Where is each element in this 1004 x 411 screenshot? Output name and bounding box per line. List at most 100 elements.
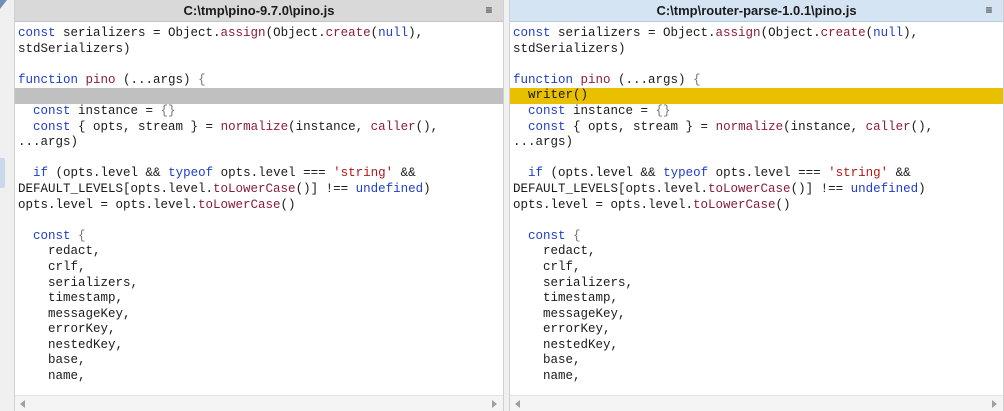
right-pane-title-bar: C:\tmp\router-parse-1.0.1\pino.js ≡	[510, 0, 1003, 22]
code-token: pino	[580, 72, 611, 87]
code-token: typeof	[168, 166, 214, 181]
code-line: redact,	[15, 244, 503, 260]
code-token: )	[918, 181, 926, 196]
code-token: toLowerCase	[198, 197, 281, 212]
code-line: const {	[15, 229, 503, 245]
code-line: const serializers = Object.assign(Object…	[15, 26, 503, 42]
code-token: serializers,	[513, 275, 634, 290]
code-token: name,	[18, 369, 86, 384]
code-token: nestedKey,	[513, 337, 619, 352]
code-token: (...args)	[115, 72, 199, 87]
code-token: {	[573, 228, 581, 243]
code-token: (	[865, 26, 874, 40]
code-token: ...args)	[18, 135, 79, 150]
code-token: undefined	[850, 181, 919, 196]
code-token: const	[18, 26, 56, 40]
code-token: timestamp,	[18, 291, 124, 306]
code-line: errorKey,	[510, 322, 1003, 338]
code-token: (Object.	[265, 26, 326, 40]
code-token: stdSerializers)	[18, 41, 131, 56]
scroll-left-arrow-icon[interactable]	[515, 400, 520, 408]
code-token: toLowerCase	[213, 181, 296, 196]
right-file-path: C:\tmp\router-parse-1.0.1\pino.js	[656, 3, 857, 18]
code-token: {}	[160, 103, 176, 118]
side-panel-tab[interactable]	[0, 158, 5, 188]
code-token: ),	[903, 26, 919, 40]
code-line: const {	[510, 229, 1003, 245]
code-line: const { opts, stream } = normalize(insta…	[15, 120, 503, 136]
scroll-left-arrow-icon[interactable]	[20, 400, 25, 408]
code-token: instance =	[70, 103, 161, 118]
code-line: messageKey,	[15, 307, 503, 323]
code-token: (...args)	[610, 72, 694, 87]
code-line: name,	[510, 369, 1003, 385]
left-horizontal-scrollbar[interactable]	[15, 395, 503, 411]
diff-added-line: writer()	[510, 88, 1003, 104]
code-line: const serializers = Object.assign(Object…	[510, 26, 1003, 42]
code-token: (opts.level &&	[543, 166, 664, 181]
code-token: DEFAULT_LEVELS[opts.level.	[513, 181, 709, 196]
code-token: messageKey,	[18, 306, 131, 321]
code-token: crlf,	[18, 259, 86, 274]
code-token: 'string'	[333, 166, 394, 181]
code-token: (instance,	[783, 119, 866, 134]
code-line: messageKey,	[510, 307, 1003, 323]
code-token: timestamp,	[513, 291, 619, 306]
left-code-view[interactable]: const serializers = Object.assign(Object…	[15, 26, 503, 395]
code-token: {	[693, 72, 701, 87]
code-token: base,	[513, 353, 581, 368]
code-token: serializers = Object.	[550, 26, 716, 40]
code-line: DEFAULT_LEVELS[opts.level.toLowerCase()]…	[15, 182, 503, 198]
scroll-right-arrow-icon[interactable]	[992, 400, 997, 408]
code-token: redact,	[18, 244, 101, 259]
code-line: opts.level = opts.level.toLowerCase()	[15, 198, 503, 214]
scroll-right-arrow-icon[interactable]	[492, 400, 497, 408]
code-token: {}	[655, 103, 671, 118]
code-token: function	[18, 72, 79, 87]
code-token: stdSerializers)	[513, 41, 626, 56]
hamburger-menu-icon[interactable]: ≡	[483, 4, 495, 16]
code-line: serializers,	[510, 276, 1003, 292]
code-token: normalize	[715, 119, 784, 134]
code-line: opts.level = opts.level.toLowerCase()	[510, 198, 1003, 214]
code-token: caller	[865, 119, 911, 134]
code-line: const instance = {}	[510, 104, 1003, 120]
code-token: function	[513, 72, 574, 87]
code-token: (instance,	[288, 119, 371, 134]
code-token: { opts, stream } =	[565, 119, 716, 134]
code-token: const	[528, 228, 566, 243]
code-line: if (opts.level && typeof opts.level === …	[15, 166, 503, 182]
code-token: (	[370, 26, 379, 40]
code-line: const instance = {}	[15, 104, 503, 120]
code-token: create	[820, 26, 866, 40]
code-token: { opts, stream } =	[70, 119, 221, 134]
code-token: ()] !==	[790, 181, 851, 196]
hamburger-menu-icon[interactable]: ≡	[983, 4, 995, 16]
code-line: crlf,	[510, 260, 1003, 276]
code-token: (),	[910, 119, 934, 134]
code-line: const { opts, stream } = normalize(insta…	[510, 120, 1003, 136]
code-token: redact,	[513, 244, 596, 259]
code-line: nestedKey,	[510, 338, 1003, 354]
right-horizontal-scrollbar[interactable]	[510, 395, 1003, 411]
code-line: ...args)	[510, 135, 1003, 151]
code-token: (Object.	[760, 26, 821, 40]
code-line: name,	[15, 369, 503, 385]
code-token: ()	[775, 197, 791, 212]
code-token: const	[33, 119, 71, 134]
code-line: base,	[510, 353, 1003, 369]
left-file-pane: C:\tmp\pino-9.7.0\pino.js ≡ const serial…	[14, 0, 504, 411]
code-line: stdSerializers)	[510, 42, 1003, 58]
right-code-view[interactable]: const serializers = Object.assign(Object…	[510, 26, 1003, 395]
code-line: base,	[15, 353, 503, 369]
